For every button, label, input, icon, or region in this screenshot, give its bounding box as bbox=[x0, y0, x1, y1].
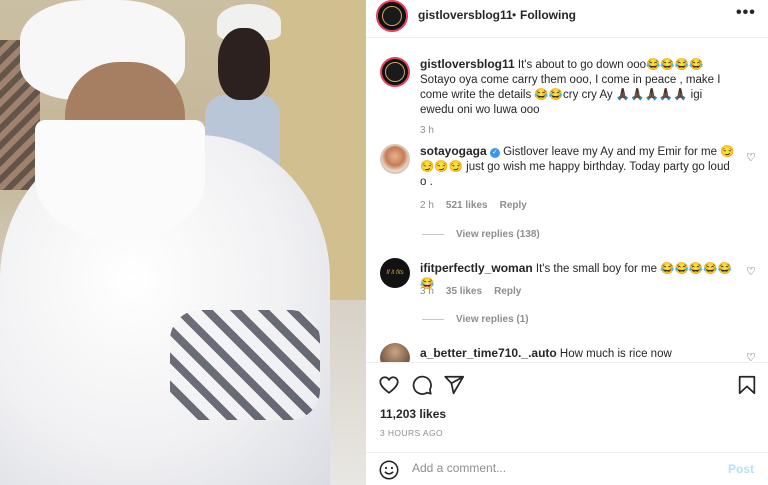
comment-text: sotayogaga ✓ Gistlover leave my Ay and m… bbox=[420, 144, 738, 190]
separator-dot: • bbox=[512, 8, 517, 22]
comment-text: a_better_time710._.auto How much is rice… bbox=[420, 346, 738, 362]
comment-like-heart-icon[interactable]: ♡ bbox=[746, 266, 758, 278]
robe-pattern bbox=[170, 310, 320, 420]
comment-likes[interactable]: 35 likes bbox=[446, 286, 482, 297]
share-icon[interactable] bbox=[443, 374, 465, 396]
likes-count[interactable]: 11,203 likes bbox=[380, 407, 446, 421]
emoji-icon[interactable] bbox=[378, 459, 400, 481]
commenter-avatar[interactable] bbox=[380, 343, 410, 362]
comment-meta: 2 h 521 likes Reply bbox=[420, 200, 527, 211]
header-divider bbox=[366, 37, 768, 38]
comment-like-heart-icon[interactable]: ♡ bbox=[746, 152, 758, 164]
verified-badge-icon: ✓ bbox=[489, 148, 500, 158]
post-button[interactable]: Post bbox=[728, 462, 754, 476]
commenter-avatar[interactable]: If it fits bbox=[380, 258, 410, 288]
comment-username[interactable]: ifitperfectly_woman bbox=[420, 261, 533, 275]
white-veil bbox=[35, 120, 205, 240]
post-actions: 11,203 likes 3 HOURS AGO Post bbox=[366, 362, 768, 485]
bookmark-icon[interactable] bbox=[736, 374, 758, 396]
comment-body: How much is rice now bbox=[556, 348, 672, 360]
commenter-avatar[interactable] bbox=[380, 144, 410, 174]
view-replies-button[interactable]: View replies (1) bbox=[422, 314, 529, 325]
comment-icon[interactable] bbox=[411, 374, 433, 396]
author-avatar[interactable] bbox=[376, 0, 408, 32]
replies-line bbox=[422, 319, 444, 320]
view-replies-button[interactable]: View replies (138) bbox=[422, 229, 540, 240]
comment-meta: 3 h 35 likes Reply bbox=[420, 286, 521, 297]
view-replies-label: View replies (1) bbox=[456, 314, 529, 325]
post-timestamp: 3 HOURS AGO bbox=[380, 428, 443, 438]
heart-icon[interactable] bbox=[378, 374, 400, 396]
caption-text: gistloversblog11 It's about to go down o… bbox=[420, 57, 738, 118]
caption-meta: 3 h bbox=[420, 125, 434, 136]
more-horizontal-icon[interactable]: ••• bbox=[736, 4, 756, 22]
caption-time[interactable]: 3 h bbox=[420, 125, 434, 136]
author-username[interactable]: gistloversblog11 bbox=[418, 8, 513, 22]
post-sidebar: gistloversblog11 • Following ••• gistlov… bbox=[366, 0, 768, 485]
comment-time[interactable]: 3 h bbox=[420, 286, 434, 297]
comment-username[interactable]: sotayogaga bbox=[420, 144, 487, 158]
following-button[interactable]: Following bbox=[520, 8, 576, 22]
caption-username[interactable]: gistloversblog11 bbox=[420, 57, 515, 71]
comment-username[interactable]: a_better_time710._.auto bbox=[420, 346, 557, 360]
add-comment-bar: Post bbox=[366, 452, 768, 485]
replies-line bbox=[422, 234, 444, 235]
comments-list[interactable]: gistloversblog11 It's about to go down o… bbox=[366, 46, 768, 362]
post-header: gistloversblog11 • Following ••• bbox=[366, 0, 768, 32]
view-replies-label: View replies (138) bbox=[456, 229, 540, 240]
comment-likes[interactable]: 521 likes bbox=[446, 200, 488, 211]
child-head bbox=[218, 28, 270, 100]
comment-time[interactable]: 2 h bbox=[420, 200, 434, 211]
comment-like-heart-icon[interactable]: ♡ bbox=[746, 352, 758, 362]
reply-button[interactable]: Reply bbox=[500, 200, 527, 211]
comment-input[interactable] bbox=[412, 461, 712, 475]
reply-button[interactable]: Reply bbox=[494, 286, 521, 297]
caption-avatar[interactable] bbox=[380, 57, 410, 87]
avatar-logo-text: If it fits bbox=[386, 270, 404, 276]
post-media[interactable] bbox=[0, 0, 366, 485]
